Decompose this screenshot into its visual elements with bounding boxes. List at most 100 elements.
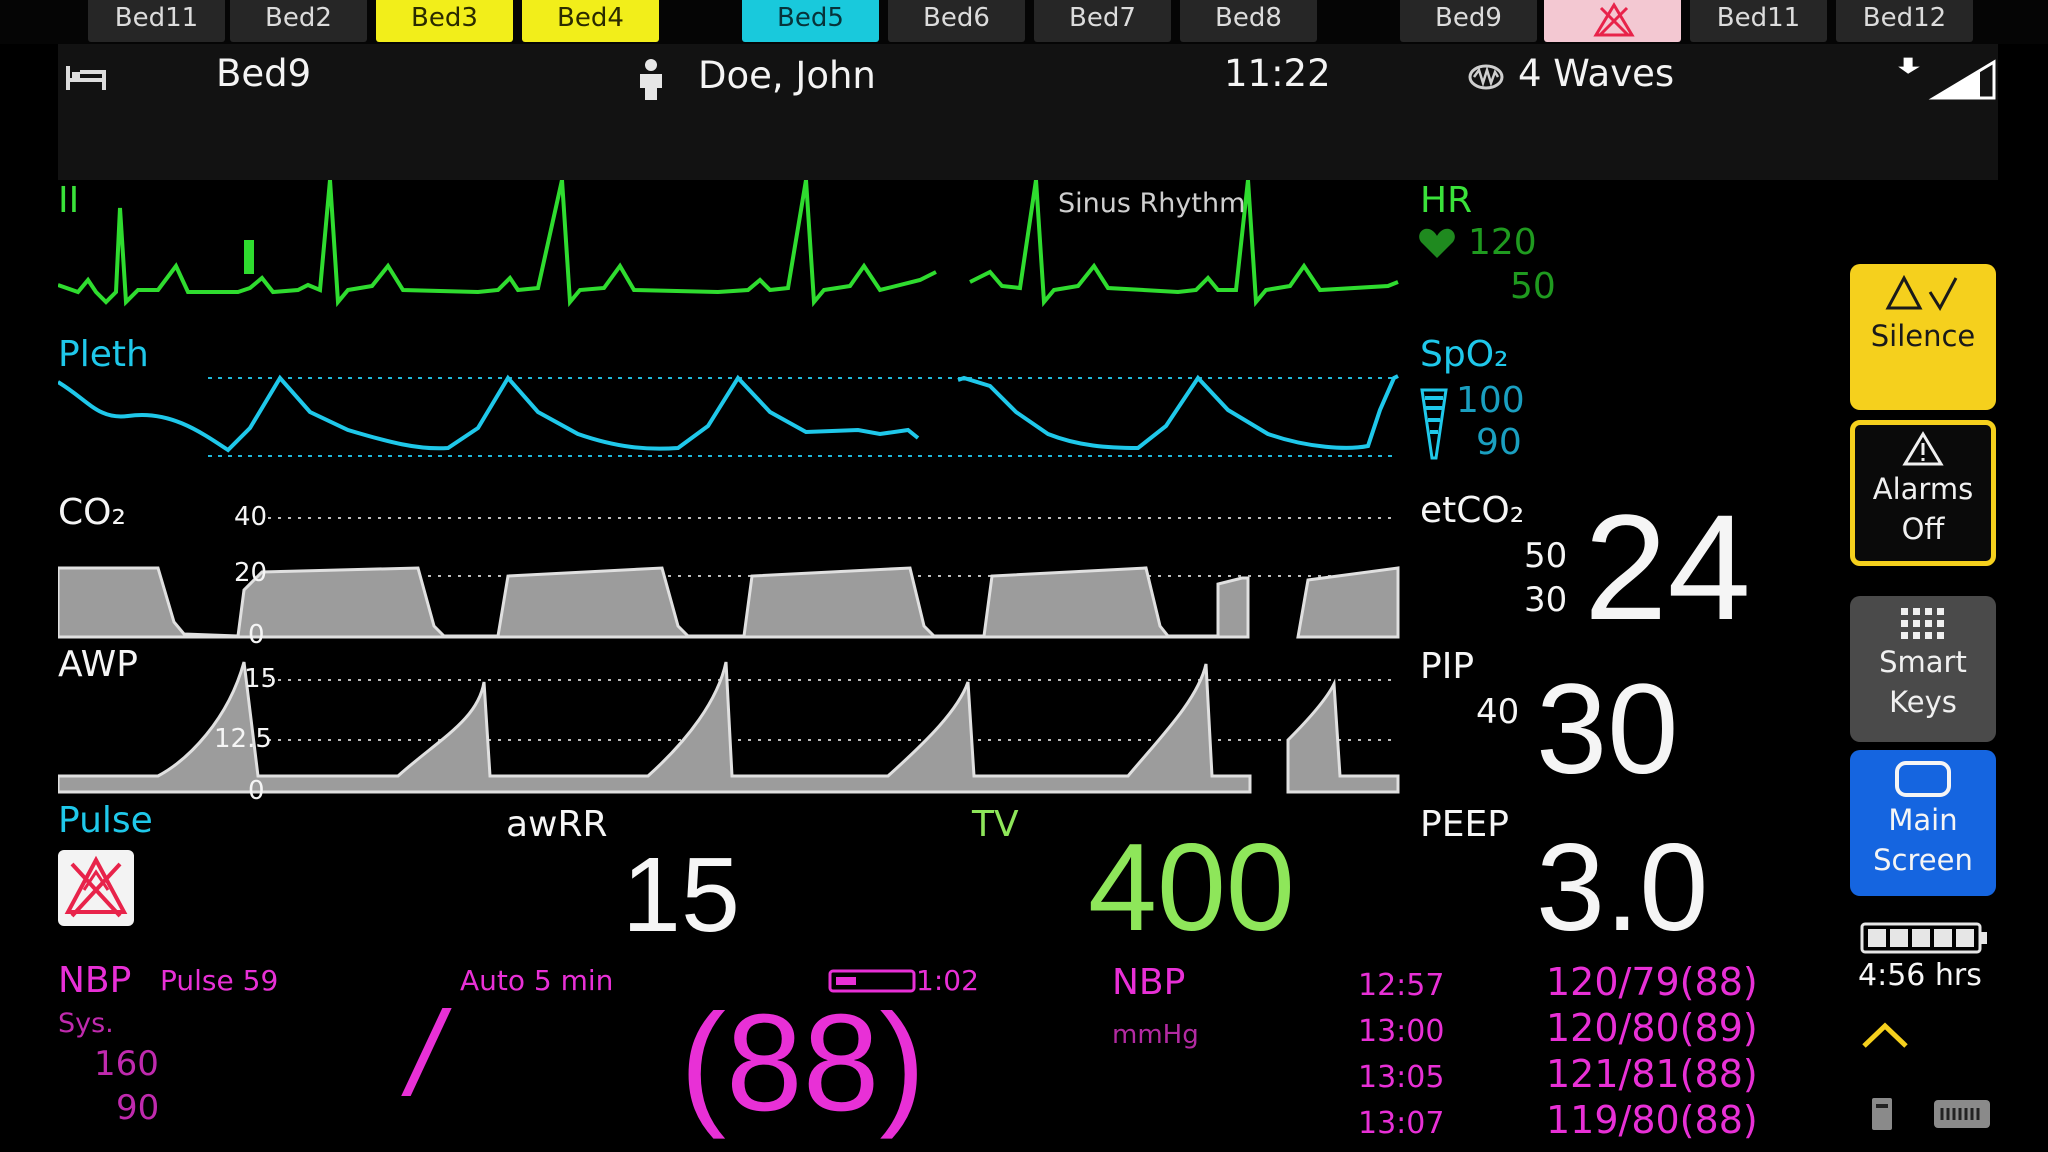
tv-value: 400 xyxy=(1088,819,1295,957)
waves-count[interactable]: 4 Waves xyxy=(1518,52,1674,95)
battery-cell xyxy=(1956,929,1974,947)
clock: 11:22 xyxy=(1224,52,1331,95)
spo2-bar-icon xyxy=(1420,388,1448,460)
nbp-pulse: Pulse 59 xyxy=(160,964,279,997)
alarm-triangle-icon xyxy=(1902,431,1944,466)
smart-keys-label-1: Smart xyxy=(1879,645,1967,679)
nbp-history-value: 121/81(88) xyxy=(1546,1052,1758,1096)
bed-tab[interactable]: Bed11 xyxy=(88,0,225,42)
peep-label[interactable]: PEEP xyxy=(1420,804,1509,845)
pleth-waveform xyxy=(58,374,1399,453)
nbp-history-time: 13:05 xyxy=(1358,1060,1445,1095)
nbp-history-time: 13:00 xyxy=(1358,1014,1445,1049)
silence-label: Silence xyxy=(1870,319,1976,353)
device-icon xyxy=(1872,1098,1892,1130)
patient-name[interactable]: Doe, John xyxy=(698,54,876,97)
heart-icon xyxy=(1419,228,1455,258)
co2-scale-top: 40 xyxy=(234,502,268,532)
battery-cell xyxy=(1934,929,1952,947)
bed-tab[interactable]: Bed2 xyxy=(230,0,367,42)
pip-value: 30 xyxy=(1536,658,1679,801)
rhythm-label: Sinus Rhythm xyxy=(1058,188,1246,219)
nbp-label[interactable]: NBP xyxy=(58,960,131,1001)
co2-scale-mid: 20 xyxy=(234,558,268,588)
nbp-sys-alarm-low: 90 xyxy=(116,1088,160,1128)
nbp-sys-label: Sys. xyxy=(58,1008,114,1039)
grid-icon xyxy=(1901,608,1944,639)
co2-label[interactable]: CO₂ xyxy=(58,492,126,533)
alarms-off-button[interactable]: Alarms Off xyxy=(1850,420,1996,566)
etco2-label[interactable]: etCO₂ xyxy=(1420,490,1524,531)
smart-keys-label-2: Keys xyxy=(1889,685,1957,719)
awp-scale-mid: 12.5 xyxy=(214,724,272,754)
pip-alarm-limit: 40 xyxy=(1476,692,1520,732)
etco2-value: 24 xyxy=(1584,483,1751,651)
person-icon xyxy=(640,59,662,100)
battery-cell xyxy=(1912,929,1930,947)
bed-tab[interactable]: Bed12 xyxy=(1836,0,1973,42)
bed-icon xyxy=(66,66,106,90)
etco2-alarm-low: 30 xyxy=(1524,580,1568,620)
bed-tab-alarm[interactable]: Bed5 xyxy=(742,0,879,42)
nbp-history-value: 120/80(89) xyxy=(1546,1006,1758,1050)
battery-icon xyxy=(1860,922,1987,954)
nbp-history-value: 119/80(88) xyxy=(1546,1098,1758,1142)
awp-scale-zero: 0 xyxy=(248,776,265,806)
nbp-sys-alarm-high: 160 xyxy=(94,1044,159,1084)
waves-icon xyxy=(1468,64,1504,90)
screen-icon xyxy=(1895,761,1951,797)
bed-label: Bed9 xyxy=(216,52,312,95)
smart-keys-button[interactable]: Smart Keys xyxy=(1850,596,1996,742)
bed-tab[interactable]: Bed6 xyxy=(888,0,1025,42)
nbp-unit: mmHg xyxy=(1112,1020,1199,1050)
bed-tab[interactable]: Bed7 xyxy=(1034,0,1171,42)
main-screen-label-1: Main xyxy=(1888,803,1958,837)
hr-alarm-high: 120 xyxy=(1468,222,1537,263)
awp-label[interactable]: AWP xyxy=(58,644,138,685)
peep-value: 3.0 xyxy=(1536,819,1709,957)
nbp-history-value: 120/79(88) xyxy=(1546,960,1758,1004)
bed-tab[interactable]: Bed11 xyxy=(1690,0,1827,42)
nbp-list-label: NBP xyxy=(1112,962,1186,1003)
nbp-current-mean: (88) xyxy=(680,986,926,1140)
pip-label[interactable]: PIP xyxy=(1420,646,1474,687)
pulse-label[interactable]: Pulse xyxy=(58,800,153,841)
alarms-off-label-1: Alarms xyxy=(1872,472,1974,506)
patient-header: Bed9 Doe, John 11:22 4 Waves xyxy=(58,44,1998,180)
main-screen-label-2: Screen xyxy=(1873,843,1973,877)
co2-scale-zero: 0 xyxy=(248,620,265,650)
nbp-history-time: 12:57 xyxy=(1358,968,1445,1003)
battery-cell xyxy=(1868,929,1886,947)
bed-tab[interactable]: Bed8 xyxy=(1180,0,1317,42)
nbp-current-value-slash: / xyxy=(408,987,442,1121)
battery-cell xyxy=(1890,929,1908,947)
alarm-off-icon xyxy=(58,850,134,926)
main-screen-button[interactable]: Main Screen xyxy=(1850,750,1996,896)
silence-check-icon xyxy=(1885,274,1958,311)
hr-label[interactable]: HR xyxy=(1420,180,1472,221)
awrr-value: 15 xyxy=(622,836,740,954)
pleth-label[interactable]: Pleth xyxy=(58,334,149,375)
bed-tab-alarm[interactable]: Bed4 xyxy=(522,0,659,42)
spo2-alarm-high: 100 xyxy=(1456,380,1525,421)
battery-time: 4:56 hrs xyxy=(1858,958,1982,993)
tv-label[interactable]: TV xyxy=(972,804,1019,845)
bed-tab-alarm[interactable]: Bed3 xyxy=(376,0,513,42)
spo2-label[interactable]: SpO₂ xyxy=(1420,334,1508,375)
bed-tab-alarm-paused[interactable] xyxy=(1544,0,1681,42)
chevron-up-icon[interactable] xyxy=(1860,1020,1910,1050)
nbp-timer: 1:02 xyxy=(916,964,979,997)
hr-alarm-low: 50 xyxy=(1510,266,1556,307)
signal-icon xyxy=(1898,57,1996,100)
bed-tab-current[interactable]: Bed9 xyxy=(1400,0,1537,42)
ecg-lead-label[interactable]: II xyxy=(58,180,79,221)
awp-scale-top: 15 xyxy=(244,664,278,694)
nbp-history-time: 13:07 xyxy=(1358,1106,1445,1141)
silence-button[interactable]: Silence xyxy=(1850,264,1996,410)
spo2-alarm-low: 90 xyxy=(1476,422,1522,463)
etco2-alarm-high: 50 xyxy=(1524,536,1568,576)
bed-tab-bar: Bed11 Bed2 Bed3 Bed4 Bed5 Bed6 Bed7 Bed8… xyxy=(0,0,2048,44)
nbp-mode[interactable]: Auto 5 min xyxy=(460,964,613,997)
awrr-label[interactable]: awRR xyxy=(506,804,608,845)
alarms-off-label-2: Off xyxy=(1901,512,1945,546)
